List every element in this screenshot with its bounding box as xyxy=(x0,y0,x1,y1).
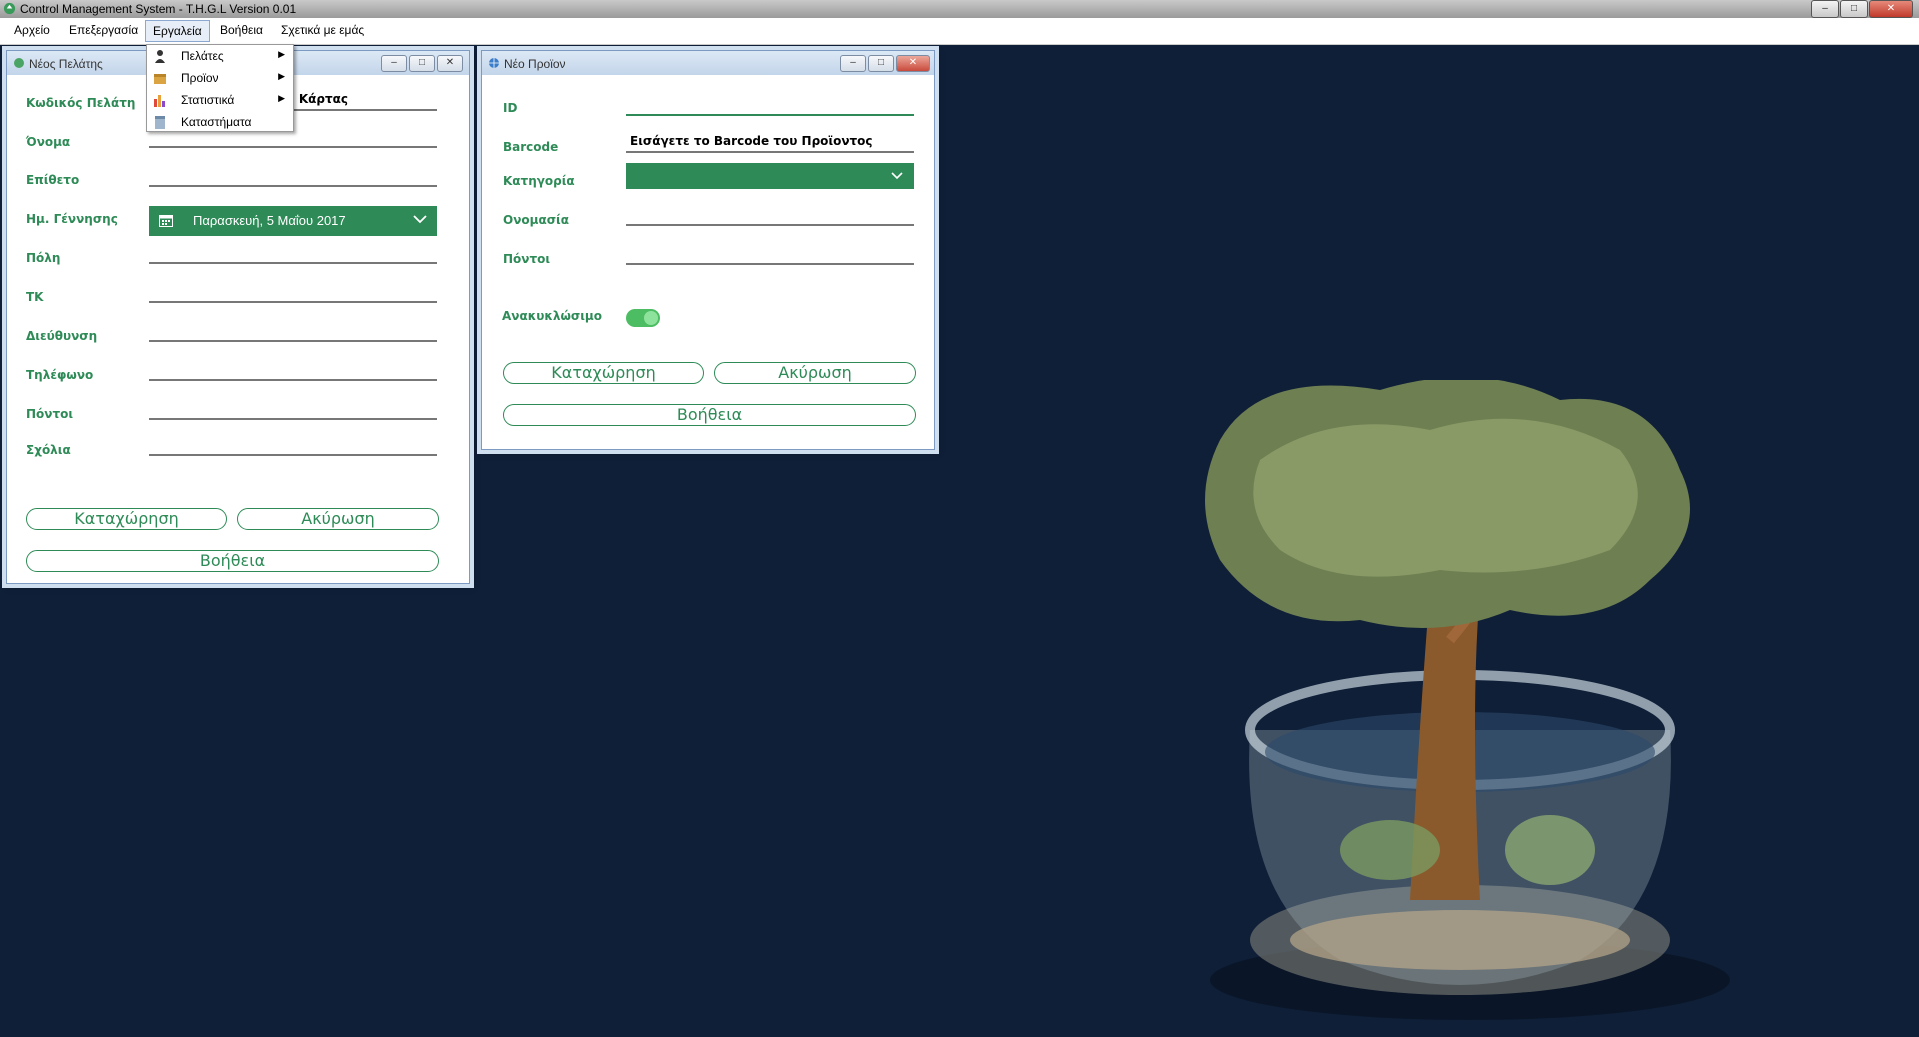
barcode-input[interactable]: Εισάγετε το Barcode του Προϊοντος xyxy=(626,129,914,153)
tools-dropdown: Πελάτες ▶ Προϊον ▶ Στατιστικά ▶ Καταστήμ… xyxy=(146,44,294,132)
last-name-input[interactable] xyxy=(149,163,437,187)
submenu-arrow-icon: ▶ xyxy=(278,93,285,103)
close-button[interactable]: ✕ xyxy=(437,55,463,72)
submenu-arrow-icon: ▶ xyxy=(278,71,285,81)
app-maximize-button[interactable]: □ xyxy=(1840,0,1868,18)
product-help-button[interactable]: Βοήθεια xyxy=(503,404,916,426)
product-name-label: Ονομασία xyxy=(503,213,569,227)
minimize-button[interactable]: – xyxy=(381,55,407,72)
comments-label: Σχόλια xyxy=(26,443,71,457)
menu-bar: Αρχείο Επεξεργασία Εργαλεία Βοήθεια Σχετ… xyxy=(0,18,1919,45)
recycle-icon xyxy=(14,58,24,68)
product-id-label: ID xyxy=(503,101,518,115)
globe-icon xyxy=(489,58,499,68)
category-label: Κατηγορία xyxy=(503,174,575,188)
app-minimize-button[interactable]: – xyxy=(1811,0,1839,18)
address-input[interactable] xyxy=(149,318,437,342)
store-icon xyxy=(155,116,165,129)
points-input[interactable] xyxy=(149,396,437,420)
postal-code-input[interactable] xyxy=(149,279,437,303)
submenu-arrow-icon: ▶ xyxy=(278,49,285,59)
customer-code-label: Κωδικός Πελάτη xyxy=(26,96,136,110)
customer-window-controls: – □ ✕ xyxy=(381,55,463,72)
menu-edit[interactable]: Επεξεργασία xyxy=(62,18,145,42)
app-close-button[interactable]: ✕ xyxy=(1869,0,1913,18)
city-input[interactable] xyxy=(149,240,437,264)
comments-input[interactable] xyxy=(149,432,437,456)
barcode-label: Barcode xyxy=(503,140,559,154)
product-points-input[interactable] xyxy=(626,241,914,265)
menu-tools[interactable]: Εργαλεία xyxy=(145,20,210,42)
product-window-titlebar[interactable]: Νέο Προϊον – □ ✕ xyxy=(482,51,934,75)
customer-submit-button[interactable]: Καταχώρηση xyxy=(26,508,227,530)
menu-item-label: Στατιστικά xyxy=(181,93,235,107)
maximize-button[interactable]: □ xyxy=(409,55,435,72)
postal-code-label: ΤΚ xyxy=(26,290,44,304)
menu-item-product[interactable]: Προϊον ▶ xyxy=(147,67,293,89)
points-label: Πόντοι xyxy=(26,407,74,421)
bar-chart-icon xyxy=(154,95,165,107)
product-name-input[interactable] xyxy=(626,202,914,226)
address-label: Διεύθυνση xyxy=(26,329,98,343)
app-title: Control Management System - T.H.G.L Vers… xyxy=(20,2,297,16)
menu-item-stores[interactable]: Καταστήματα xyxy=(147,111,293,133)
product-window-controls: – □ ✕ xyxy=(840,55,930,72)
chevron-down-icon xyxy=(413,215,427,224)
product-id-input[interactable] xyxy=(626,92,914,116)
recyclable-label: Ανακυκλώσιμο xyxy=(502,309,602,323)
category-select[interactable] xyxy=(626,163,914,189)
birth-date-value: Παρασκευή, 5 Μαΐου 2017 xyxy=(193,213,346,228)
new-product-window: Νέο Προϊον – □ ✕ ID Barcode Εισάγετε το … xyxy=(481,50,935,450)
menu-help[interactable]: Βοήθεια xyxy=(213,18,270,42)
app-titlebar: Control Management System - T.H.G.L Vers… xyxy=(0,0,1919,18)
first-name-label: Όνομα xyxy=(26,135,71,149)
product-cancel-button[interactable]: Ακύρωση xyxy=(714,362,916,384)
maximize-button[interactable]: □ xyxy=(868,55,894,72)
phone-input[interactable] xyxy=(149,357,437,381)
product-submit-button[interactable]: Καταχώρηση xyxy=(503,362,704,384)
app-window-controls: – □ ✕ xyxy=(1811,0,1913,18)
birth-date-label: Ημ. Γέννησης xyxy=(26,212,118,226)
recyclable-toggle[interactable] xyxy=(626,309,660,327)
calendar-icon xyxy=(159,215,173,227)
customer-cancel-button[interactable]: Ακύρωση xyxy=(237,508,439,530)
menu-file[interactable]: Αρχείο xyxy=(7,18,57,42)
toggle-knob xyxy=(644,311,658,325)
menu-item-label: Πελάτες xyxy=(181,49,224,63)
menu-item-customers[interactable]: Πελάτες ▶ xyxy=(147,45,293,67)
customer-window-title: Νέος Πελάτης xyxy=(29,57,103,71)
menu-item-statistics[interactable]: Στατιστικά ▶ xyxy=(147,89,293,111)
last-name-label: Επίθετο xyxy=(26,173,80,187)
menu-item-label: Προϊον xyxy=(181,71,219,85)
close-button[interactable]: ✕ xyxy=(896,55,930,72)
product-window-title: Νέο Προϊον xyxy=(504,57,566,71)
minimize-button[interactable]: – xyxy=(840,55,866,72)
barcode-placeholder: Εισάγετε το Barcode του Προϊοντος xyxy=(630,134,873,148)
tree-bowl-illustration xyxy=(1205,380,1730,1020)
person-icon xyxy=(155,50,165,63)
product-points-label: Πόντοι xyxy=(503,252,551,266)
menu-about[interactable]: Σχετικά με εμάς xyxy=(274,18,371,42)
chevron-down-icon xyxy=(891,172,903,180)
city-label: Πόλη xyxy=(26,251,61,265)
phone-label: Τηλέφωνο xyxy=(26,368,94,382)
menu-item-label: Καταστήματα xyxy=(181,115,252,129)
birth-date-picker[interactable]: Παρασκευή, 5 Μαΐου 2017 xyxy=(149,206,437,236)
box-icon xyxy=(154,74,166,84)
recycle-app-icon xyxy=(3,2,16,15)
customer-help-button[interactable]: Βοήθεια xyxy=(26,550,439,572)
